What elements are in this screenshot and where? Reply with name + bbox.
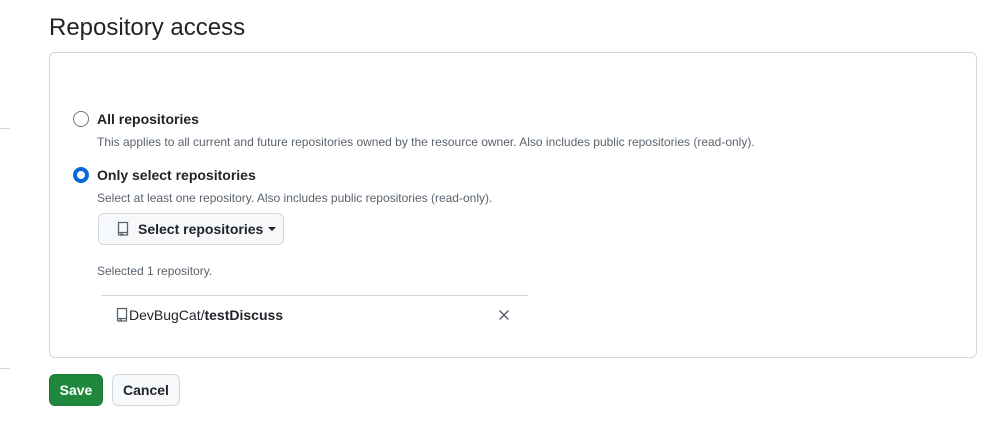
select-repositories-label: Select repositories [138, 221, 264, 237]
save-button[interactable]: Save [49, 374, 103, 406]
selected-count-text: Selected 1 repository. [97, 264, 213, 278]
left-edge-divider [0, 128, 10, 129]
select-repositories-button[interactable]: Select repositories [98, 213, 284, 245]
remove-repo-button[interactable] [497, 308, 511, 322]
option-all-repositories[interactable]: All repositories [73, 111, 199, 127]
option-label[interactable]: Only select repositories [97, 167, 256, 183]
repo-owner: DevBugCat [129, 307, 201, 323]
option-description: This applies to all current and future r… [97, 135, 755, 149]
caret-down-icon [268, 227, 277, 231]
left-edge-divider [0, 368, 10, 369]
repo-list-divider [101, 295, 528, 296]
selected-repo-item: DevBugCat/testDiscuss [115, 306, 515, 324]
option-select-repositories[interactable]: Only select repositories [73, 167, 256, 183]
repo-icon [116, 307, 128, 323]
radio-select-repositories[interactable] [73, 167, 89, 183]
repo-name: testDiscuss [204, 307, 284, 323]
repo-icon [117, 221, 129, 237]
cancel-button[interactable]: Cancel [112, 374, 180, 406]
radio-all-repositories[interactable] [73, 111, 89, 127]
option-description: Select at least one repository. Also inc… [97, 191, 493, 205]
section-title: Repository access [49, 14, 246, 41]
option-label[interactable]: All repositories [97, 111, 199, 127]
close-icon [499, 310, 509, 320]
repo-full-name: DevBugCat/testDiscuss [129, 307, 283, 323]
